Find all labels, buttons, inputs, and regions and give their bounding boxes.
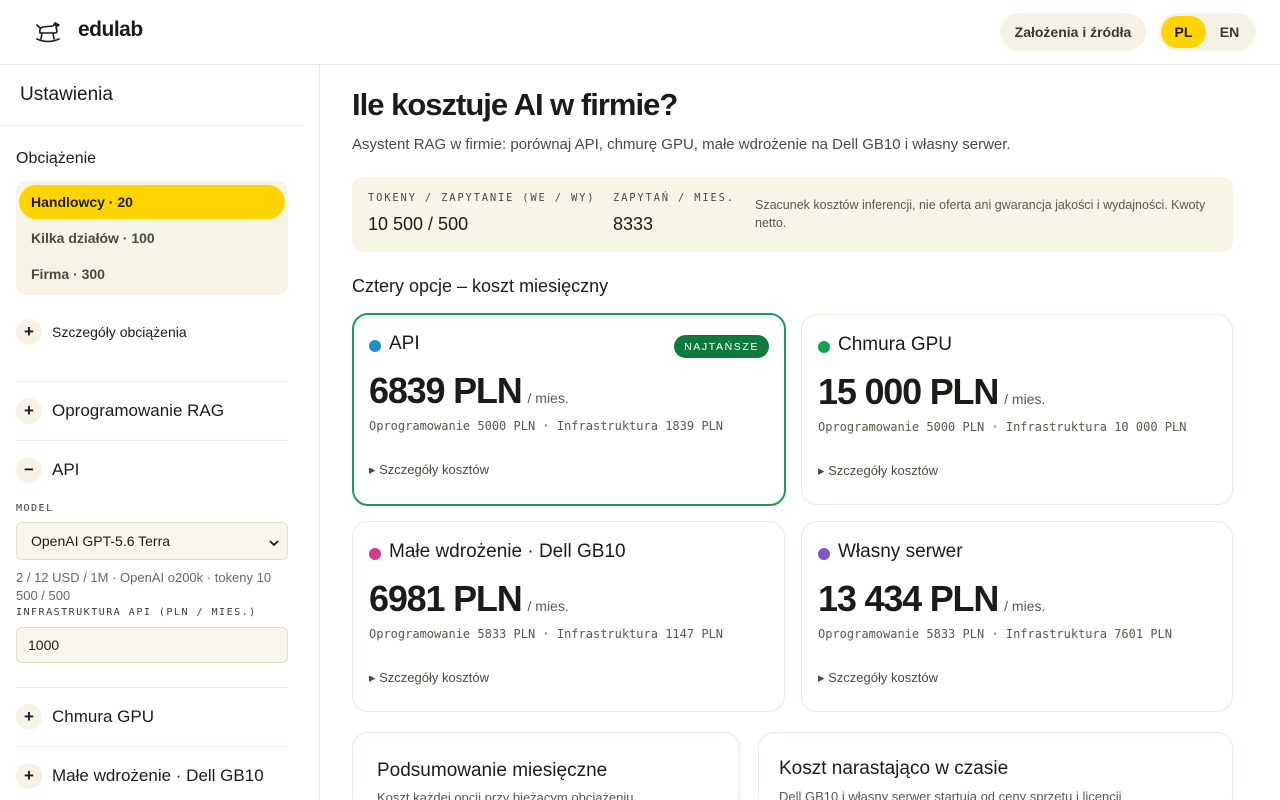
section-gb10-toggle[interactable]: + Małe wdrożenie · Dell GB10 (16, 747, 288, 800)
minus-icon: − (16, 457, 42, 483)
load-options: Handlowcy · 20 Kilka działów · 100 Firma… (16, 181, 288, 295)
triangle-right-icon: ▸ (369, 462, 380, 477)
load-option-departments-100[interactable]: Kilka działów · 100 (19, 221, 285, 255)
cheapest-badge: NAJTAŃSZE (674, 335, 769, 358)
language-en-button[interactable]: EN (1207, 16, 1252, 48)
tokens-value: 10 500 / 500 (368, 214, 469, 234)
model-label: MODEL (16, 503, 54, 514)
api-infra-input[interactable]: 1000 (16, 627, 288, 663)
cost-details-toggle[interactable]: ▸ Szczegóły kosztów (369, 670, 489, 686)
queries-label: ZAPYTAŃ / MIES. (613, 192, 735, 204)
main-content: Ile kosztuje AI w firmie? Asystent RAG w… (320, 65, 1280, 800)
plus-icon: + (16, 763, 42, 789)
per-month: / mies. (527, 390, 569, 406)
cost-details-toggle[interactable]: ▸ Szczegóły kosztów (818, 463, 938, 479)
logo-text[interactable]: edulab (78, 18, 143, 42)
cost-details-toggle[interactable]: ▸ Szczegóły kosztów (369, 462, 489, 478)
details-label: Szczegóły kosztów (379, 670, 489, 685)
plus-icon: + (16, 704, 42, 730)
option-name: Własny serwer (838, 541, 963, 562)
chevron-down-icon (269, 535, 279, 547)
per-month: / mies. (1004, 598, 1046, 614)
load-label: Obciążenie (16, 150, 97, 167)
cumulative-subtitle: Dell GB10 i własny serwer startują od ce… (779, 789, 1122, 800)
top-header: edulab Założenia i źródła PL EN (0, 0, 1280, 65)
page-title: Ile kosztuje AI w firmie? (352, 87, 678, 122)
triangle-right-icon: ▸ (818, 463, 829, 478)
option-name: Chmura GPU (838, 334, 953, 355)
cost-breakdown: Oprogramowanie 5833 PLN · Infrastruktura… (369, 627, 724, 641)
series-dot (818, 341, 830, 353)
option-price: 6839 PLN / mies. (369, 370, 569, 412)
language-pl-button[interactable]: PL (1161, 16, 1206, 48)
price-value: 15 000 PLN (818, 371, 999, 412)
stats-bar: TOKENY / ZAPYTANIE (WE / WY) 10 500 / 50… (352, 177, 1233, 252)
triangle-right-icon: ▸ (369, 670, 380, 685)
cumulative-cost-panel: Koszt narastająco w czasie Dell GB10 i w… (758, 732, 1233, 800)
series-dot (818, 548, 830, 560)
option-card-api: API NAJTAŃSZE 6839 PLN / mies. Oprogramow… (352, 313, 786, 506)
section-gb10-label: Małe wdrożenie · Dell GB10 (52, 766, 264, 785)
option-name: Małe wdrożenie · Dell GB10 (389, 541, 626, 562)
tokens-label: TOKENY / ZAPYTANIE (WE / WY) (368, 192, 596, 204)
sidebar-title: Ustawienia (20, 84, 113, 105)
model-select-value: OpenAI GPT-5.6 Terra (31, 533, 171, 549)
option-price: 15 000 PLN / mies. (818, 371, 1045, 413)
queries-value: 8333 (613, 214, 654, 234)
option-price: 6981 PLN / mies. (369, 578, 569, 620)
options-heading: Cztery opcje – koszt miesięczny (352, 276, 609, 296)
disclaimer-note: Szacunek kosztów inferencji, nie oferta … (755, 198, 1206, 230)
settings-sidebar: Ustawienia Obciążenie Handlowcy · 20 Kil… (0, 65, 320, 800)
cumulative-title: Koszt narastająco w czasie (779, 758, 1009, 779)
monthly-summary-panel: Podsumowanie miesięczne Koszt każdej opc… (352, 732, 740, 800)
section-gpu-label: Chmura GPU (52, 707, 155, 726)
cost-breakdown: Oprogramowanie 5000 PLN · Infrastruktura… (818, 420, 1187, 434)
cost-breakdown: Oprogramowanie 5833 PLN · Infrastruktura… (818, 627, 1173, 641)
details-label: Szczegóły kosztów (379, 462, 489, 477)
cost-details-toggle[interactable]: ▸ Szczegóły kosztów (818, 670, 938, 686)
per-month: / mies. (527, 598, 569, 614)
page-subtitle: Asystent RAG w firmie: porównaj API, chm… (352, 136, 1011, 153)
model-select[interactable]: OpenAI GPT-5.6 Terra (16, 522, 288, 560)
plus-icon: + (16, 319, 42, 345)
divider (0, 125, 304, 126)
assumptions-sources-button[interactable]: Założenia i źródła (1000, 13, 1146, 51)
plus-icon: + (16, 398, 42, 424)
section-rag-toggle[interactable]: + Oprogramowanie RAG (16, 382, 288, 440)
option-name: API (389, 333, 420, 354)
section-rag-label: Oprogramowanie RAG (52, 401, 224, 420)
triangle-right-icon: ▸ (818, 670, 829, 685)
option-card-own-server: Własny serwer 13 434 PLN / mies. Oprogram… (801, 521, 1233, 712)
load-option-sales-20[interactable]: Handlowcy · 20 (19, 185, 285, 219)
section-api-toggle[interactable]: − API (16, 441, 288, 499)
option-card-dell-gb10: Małe wdrożenie · Dell GB10 6981 PLN / mie… (352, 521, 785, 712)
details-label: Szczegóły kosztów (828, 670, 938, 685)
cost-breakdown: Oprogramowanie 5000 PLN · Infrastruktura… (369, 419, 724, 433)
load-option-company-300[interactable]: Firma · 300 (19, 257, 285, 291)
price-value: 6839 PLN (369, 370, 523, 411)
details-label: Szczegóły kosztów (828, 463, 938, 478)
per-month: / mies. (1004, 391, 1046, 407)
load-details-toggle[interactable]: + Szczegóły obciążenia (16, 303, 288, 361)
price-value: 6981 PLN (369, 578, 523, 619)
summary-subtitle: Koszt każdej opcji przy bieżącym obciąże… (377, 790, 634, 800)
series-dot (369, 340, 381, 352)
load-details-label: Szczegóły obciążenia (52, 324, 187, 340)
section-api-label: API (52, 460, 80, 479)
option-price: 13 434 PLN / mies. (818, 578, 1045, 620)
series-dot (369, 548, 381, 560)
language-switch: PL EN (1159, 13, 1256, 51)
api-infra-label: INFRASTRUKTURA API (PLN / MIES.) (16, 607, 257, 618)
model-info: 2 / 12 USD / 1M · OpenAI o200k · tokeny … (16, 570, 272, 603)
price-value: 13 434 PLN (818, 578, 999, 619)
section-gpu-toggle[interactable]: + Chmura GPU (16, 688, 288, 746)
summary-title: Podsumowanie miesięczne (377, 760, 608, 781)
option-card-gpu-cloud: Chmura GPU 15 000 PLN / mies. Oprogramowa… (801, 314, 1233, 505)
rocking-horse-icon (34, 20, 62, 44)
